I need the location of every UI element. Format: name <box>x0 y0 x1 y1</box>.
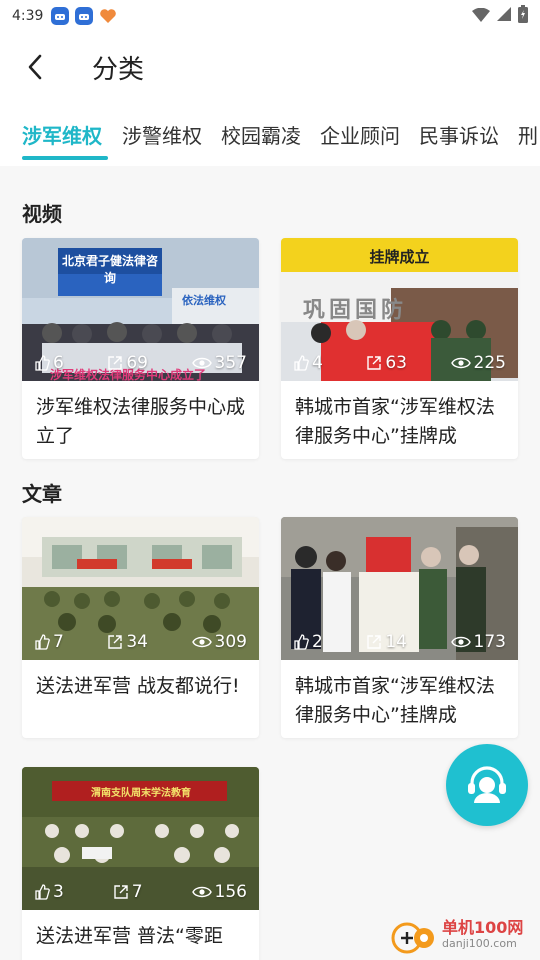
view-count: 309 <box>214 632 247 652</box>
article-card[interactable]: 2 14 173 韩城市首家“涉军维权法律服务中心”挂牌成 <box>281 517 518 738</box>
view-stat: 357 <box>191 353 247 373</box>
status-time: 4:39 <box>12 8 44 24</box>
thumbnail-banner-text: 渭南支队周末学法教育 <box>91 788 191 799</box>
eye-icon <box>450 636 471 648</box>
share-stat: 63 <box>366 353 407 373</box>
status-bar: 4:39 <box>0 0 540 32</box>
thumbs-up-icon <box>294 634 309 650</box>
content-area: 视频 北京君子健法律咨询 依法维权 涉军维权法律服务中心成立了 6 69 357… <box>0 166 540 960</box>
share-count: 69 <box>126 353 148 373</box>
tab-school-bullying[interactable]: 校园霸凌 <box>221 120 301 149</box>
heart-notification-icon <box>99 7 117 25</box>
video-stats: 6 69 357 <box>22 353 259 373</box>
thumbnail-sign-text: 巩固国防 <box>303 298 408 323</box>
like-stat: 2 <box>293 632 323 652</box>
tab-enterprise-advisor[interactable]: 企业顾问 <box>320 120 400 149</box>
like-stat: 3 <box>34 882 64 902</box>
wifi-icon <box>472 7 490 26</box>
like-count: 7 <box>53 632 64 652</box>
section-title-articles: 文章 <box>22 482 62 506</box>
article-title: 送法进军营 战友都说行! <box>36 675 240 697</box>
view-stat: 173 <box>450 632 506 652</box>
like-stat: 4 <box>293 353 323 373</box>
watermark-cn: 单机100网 <box>442 918 524 937</box>
thumbnail-sign-text: 依法维权 <box>182 294 226 307</box>
app-notification-icon <box>75 7 94 25</box>
share-icon <box>367 635 382 649</box>
eye-icon <box>191 357 212 369</box>
eye-icon <box>191 636 212 648</box>
share-count: 7 <box>131 882 143 902</box>
share-count: 63 <box>385 353 407 373</box>
share-stat: 34 <box>107 632 148 652</box>
video-title: 韩城市首家“涉军维权法律服务中心”挂牌成 <box>295 396 495 447</box>
like-count: 3 <box>53 882 64 902</box>
like-count: 6 <box>53 353 64 373</box>
share-icon <box>114 885 128 899</box>
tab-criminal[interactable]: 刑 <box>518 120 538 149</box>
video-thumbnail: 挂牌成立 巩固国防 4 63 225 <box>281 238 518 381</box>
view-count: 357 <box>214 353 247 373</box>
article-title: 送法进军营 普法“零距 <box>36 925 223 947</box>
article-stats: 2 14 173 <box>281 632 518 652</box>
share-icon <box>367 356 382 370</box>
share-stat: 14 <box>366 632 407 652</box>
article-thumbnail: 7 34 309 <box>22 517 259 660</box>
article-card[interactable]: 渭南支队周末学法教育 3 7 156 送法进军营 普法“零距 <box>22 767 259 960</box>
eye-icon <box>450 357 471 369</box>
watermark-en: danji100.com <box>442 937 517 950</box>
app-bar: 分类 <box>0 32 540 102</box>
article-stats: 7 34 309 <box>22 632 259 652</box>
article-stats: 3 7 156 <box>22 882 259 902</box>
thumbs-up-icon <box>35 634 50 650</box>
share-icon <box>108 635 123 649</box>
video-thumbnail: 北京君子健法律咨询 依法维权 涉军维权法律服务中心成立了 6 69 357 <box>22 238 259 381</box>
section-title-videos: 视频 <box>22 202 62 226</box>
like-stat: 7 <box>34 632 64 652</box>
video-card[interactable]: 北京君子健法律咨询 依法维权 涉军维权法律服务中心成立了 6 69 357 涉军… <box>22 238 259 459</box>
share-icon <box>108 356 123 370</box>
share-stat: 69 <box>107 353 148 373</box>
view-stat: 156 <box>191 882 247 902</box>
view-stat: 225 <box>450 353 506 373</box>
thumbnail-banner-text: 北京君子健法律咨询 <box>62 254 159 285</box>
page-title: 分类 <box>92 54 145 85</box>
article-thumbnail: 2 14 173 <box>281 517 518 660</box>
watermark-logo-icon <box>391 922 434 954</box>
back-button[interactable] <box>0 32 70 102</box>
view-count: 225 <box>473 353 506 373</box>
share-count: 34 <box>126 632 148 652</box>
article-card[interactable]: 7 34 309 送法进军营 战友都说行! <box>22 517 259 738</box>
article-title: 韩城市首家“涉军维权法律服务中心”挂牌成 <box>295 675 495 726</box>
signal-icon <box>496 6 512 26</box>
article-thumbnail: 渭南支队周末学法教育 3 7 156 <box>22 767 259 910</box>
like-stat: 6 <box>34 353 64 373</box>
watermark: 单机100网 danji100.com <box>390 918 523 954</box>
view-stat: 309 <box>191 632 247 652</box>
view-count: 173 <box>473 632 506 652</box>
headset-icon <box>468 766 506 803</box>
share-count: 14 <box>385 632 407 652</box>
view-count: 156 <box>214 882 247 902</box>
video-stats: 4 63 225 <box>281 353 518 373</box>
thumbs-up-icon <box>35 884 50 900</box>
back-arrow-icon <box>28 54 42 80</box>
thumbs-up-icon <box>294 355 309 371</box>
share-stat: 7 <box>113 882 143 902</box>
thumbnail-banner-text: 挂牌成立 <box>369 248 430 266</box>
tab-civil-litigation[interactable]: 民事诉讼 <box>419 120 499 149</box>
video-title: 涉军维权法律服务中心成立了 <box>36 396 246 447</box>
active-tab-indicator <box>22 156 108 160</box>
customer-service-button[interactable] <box>446 744 528 826</box>
like-count: 2 <box>312 632 323 652</box>
like-count: 4 <box>312 353 323 373</box>
thumbs-up-icon <box>35 355 50 371</box>
video-card[interactable]: 挂牌成立 巩固国防 4 63 225 韩城市首家“涉军维权法律服务中心”挂牌成 <box>281 238 518 459</box>
battery-icon <box>518 5 528 27</box>
tab-military-rights[interactable]: 涉军维权 <box>22 120 102 149</box>
eye-icon <box>191 886 212 898</box>
tab-police-rights[interactable]: 涉警维权 <box>122 120 202 149</box>
app-notification-icon <box>51 7 70 25</box>
